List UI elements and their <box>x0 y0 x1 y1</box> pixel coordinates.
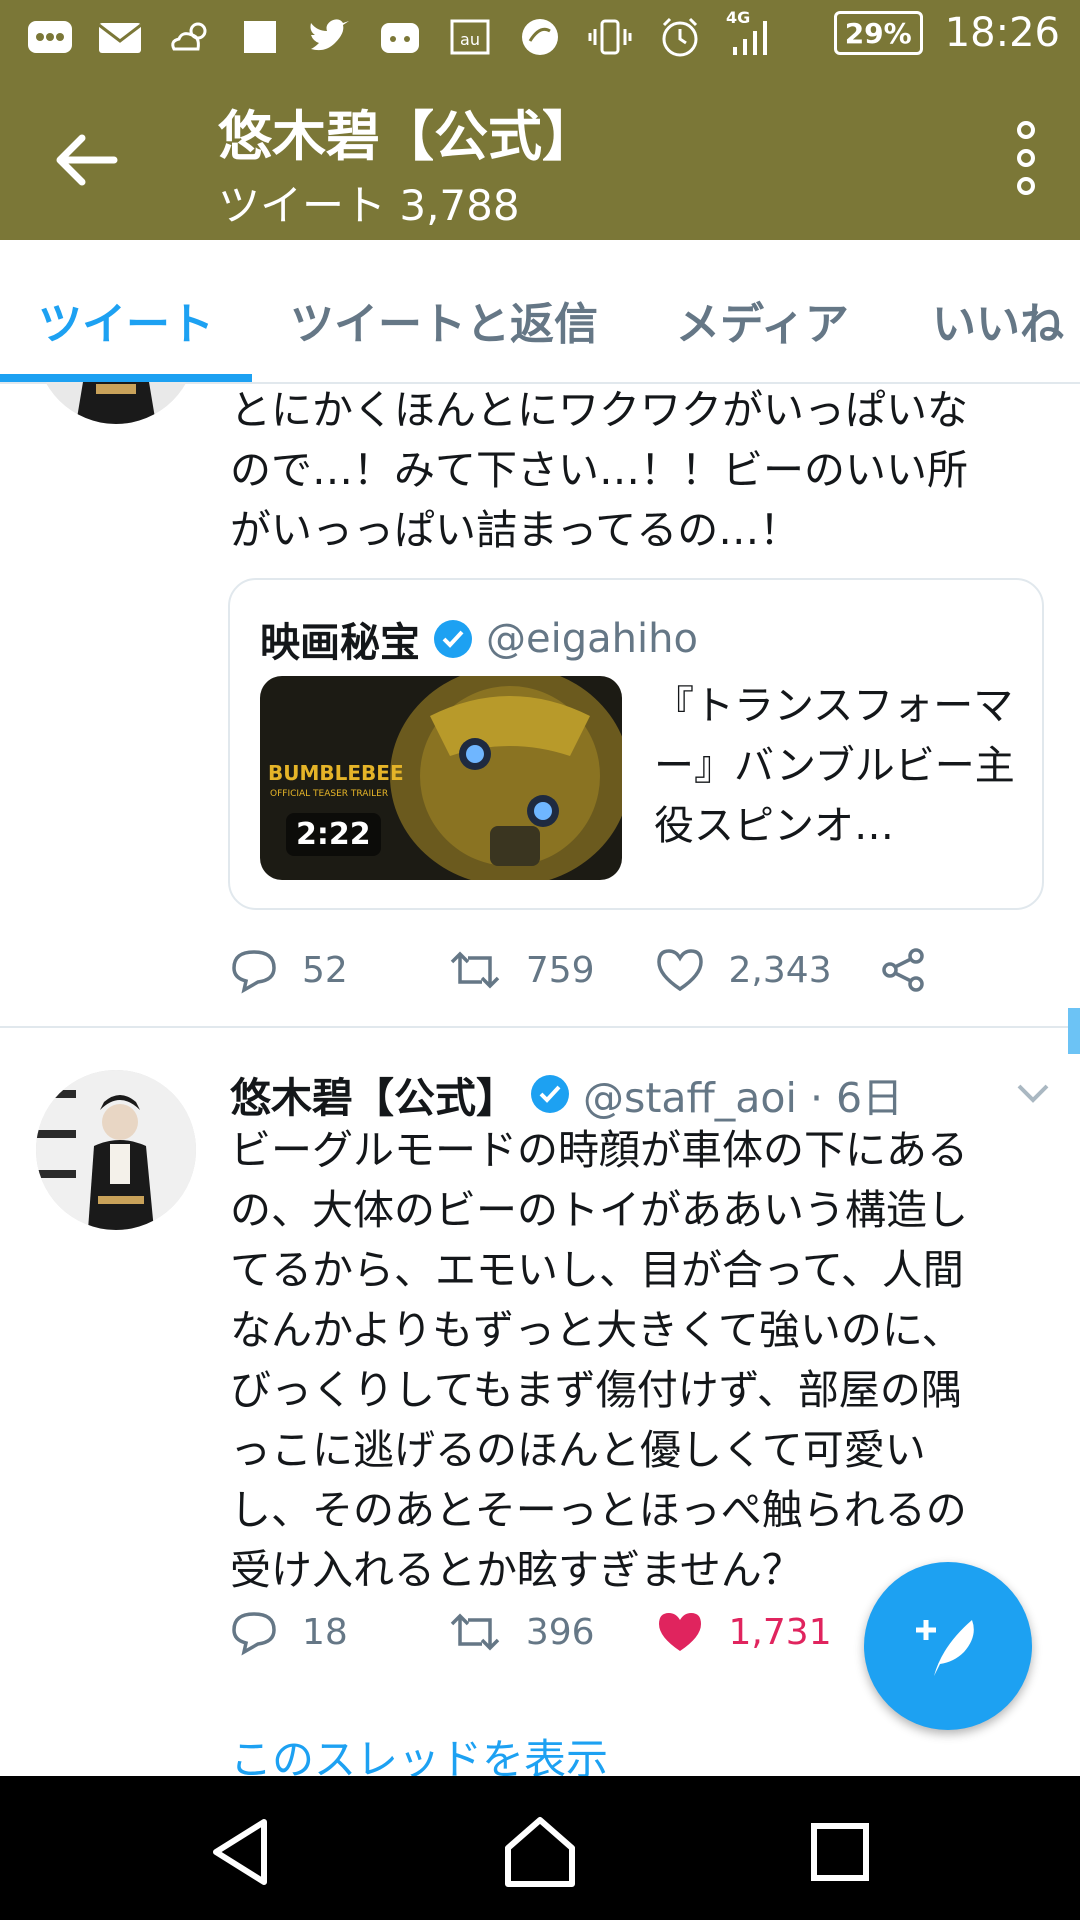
profile-tabs: ツイート ツイートと返信 メディア いいね <box>0 240 1080 384</box>
avatar[interactable] <box>36 382 196 424</box>
svg-text:au: au <box>460 30 480 49</box>
tweet-count: ツイート 3,788 <box>218 181 520 230</box>
video-duration: 2:22 <box>286 813 381 856</box>
tweet-actions: 18 396 1,731 <box>230 1608 892 1656</box>
thumbnail-caption: OFFICIAL TEASER TRAILER <box>270 789 388 799</box>
app-header: 悠木碧【公式】 ツイート 3,788 <box>0 76 1080 240</box>
au-icon: au <box>446 14 494 60</box>
share-button[interactable] <box>880 946 952 994</box>
twitter-bird-icon <box>306 14 354 60</box>
weather-icon <box>166 14 214 60</box>
back-button[interactable] <box>50 130 120 190</box>
like-count: 1,731 <box>728 1611 832 1653</box>
tab-media[interactable]: メディア <box>676 288 849 352</box>
reply-count: 52 <box>302 949 348 991</box>
triangle-back-icon <box>213 1819 267 1885</box>
card-author-name: 映画秘宝 <box>260 620 420 666</box>
square-recents-icon <box>811 1823 869 1881</box>
notification-icons: au 4G <box>26 8 774 60</box>
tweet-text: とにかくほんとにワクワクがいっぱいな ので…！みて下さい…！！ビーのいい所 がい… <box>230 386 968 554</box>
compose-feather-icon <box>916 1620 974 1676</box>
verified-badge-icon <box>531 1075 569 1113</box>
reply-icon <box>232 1612 276 1656</box>
clock: 18:26 <box>944 10 1060 56</box>
status-bar: au 4G 29% 18:26 <box>0 0 1080 76</box>
vibrate-icon <box>586 14 634 60</box>
active-tab-indicator <box>0 374 252 382</box>
compose-tweet-button[interactable] <box>864 1562 1032 1730</box>
signal-icon: 4G <box>726 8 774 60</box>
sync-icon <box>516 14 564 60</box>
profile-name-title: 悠木碧【公式】 <box>218 105 596 168</box>
retweet-icon <box>450 1613 500 1651</box>
tweet-actions: 52 759 2,343 <box>230 946 1012 994</box>
link-card[interactable]: 映画秘宝 @eigahiho BUMBLEBEE OFFICIAL TEASER… <box>228 578 1044 910</box>
tweet-menu-button[interactable] <box>1016 1082 1050 1108</box>
nav-home-button[interactable] <box>500 1812 580 1892</box>
message-icon <box>26 14 74 60</box>
mail-icon <box>96 14 144 60</box>
reply-button[interactable]: 18 <box>230 1608 348 1656</box>
card-author: 映画秘宝 @eigahiho <box>260 610 698 668</box>
more-options-button[interactable] <box>1006 120 1046 196</box>
verified-badge-icon <box>434 620 472 658</box>
card-author-handle: @eigahiho <box>486 616 698 662</box>
like-count: 2,343 <box>728 949 832 991</box>
retweet-button[interactable]: 396 <box>448 1608 595 1656</box>
heart-filled-icon <box>658 1613 701 1651</box>
app-notification-icon <box>376 14 424 60</box>
tweet-handle-time: @staff_aoi · 6日 <box>583 1074 904 1122</box>
share-icon <box>881 948 924 992</box>
tab-likes[interactable]: いいね <box>932 288 1064 352</box>
retweet-button[interactable]: 759 <box>448 946 595 994</box>
battery-indicator: 29% <box>833 11 923 55</box>
retweet-count: 396 <box>525 1611 595 1653</box>
tweet-header: 悠木碧【公式】 @staff_aoi · 6日 <box>230 1064 903 1124</box>
avatar[interactable] <box>36 1070 196 1230</box>
chevron-down-icon <box>1017 1084 1049 1103</box>
retweet-count: 759 <box>525 949 595 991</box>
home-icon <box>505 1817 575 1887</box>
system-navigation-bar <box>0 1776 1080 1920</box>
show-thread-link[interactable]: このスレッドを表示 <box>230 1726 608 1776</box>
nav-back-button[interactable] <box>202 1812 282 1892</box>
tweet-text: ビーグルモードの時顔が車体の下にある の、大体のビーのトイがああいう構造し てる… <box>230 1126 968 1594</box>
reply-icon <box>232 950 276 994</box>
video-thumbnail[interactable]: BUMBLEBEE OFFICIAL TEASER TRAILER 2:22 <box>260 676 622 880</box>
heart-icon <box>656 949 703 992</box>
tweet-divider <box>0 1026 1080 1028</box>
retweet-icon <box>450 951 500 989</box>
square-icon <box>236 14 284 60</box>
nav-recents-button[interactable] <box>800 1812 880 1892</box>
reply-button[interactable]: 52 <box>230 946 348 994</box>
reply-count: 18 <box>302 1611 348 1653</box>
arrow-left-icon <box>56 134 118 186</box>
card-title: 『トランスフォーマー』バンブルビー主役スピンオ… <box>654 683 1015 849</box>
tweet-author-name[interactable]: 悠木碧【公式】 <box>230 1064 517 1124</box>
thumbnail-brand: BUMBLEBEE <box>268 761 404 785</box>
like-button[interactable]: 1,731 <box>655 1609 832 1655</box>
alarm-icon <box>656 14 704 60</box>
battery-level: 29% <box>844 16 912 50</box>
like-button[interactable]: 2,343 <box>655 947 832 993</box>
scrollbar-thumb[interactable] <box>1068 1008 1080 1054</box>
tab-tweets-and-replies[interactable]: ツイートと返信 <box>290 288 598 352</box>
more-vertical-icon <box>1017 121 1035 195</box>
tab-tweets[interactable]: ツイート <box>38 288 214 352</box>
